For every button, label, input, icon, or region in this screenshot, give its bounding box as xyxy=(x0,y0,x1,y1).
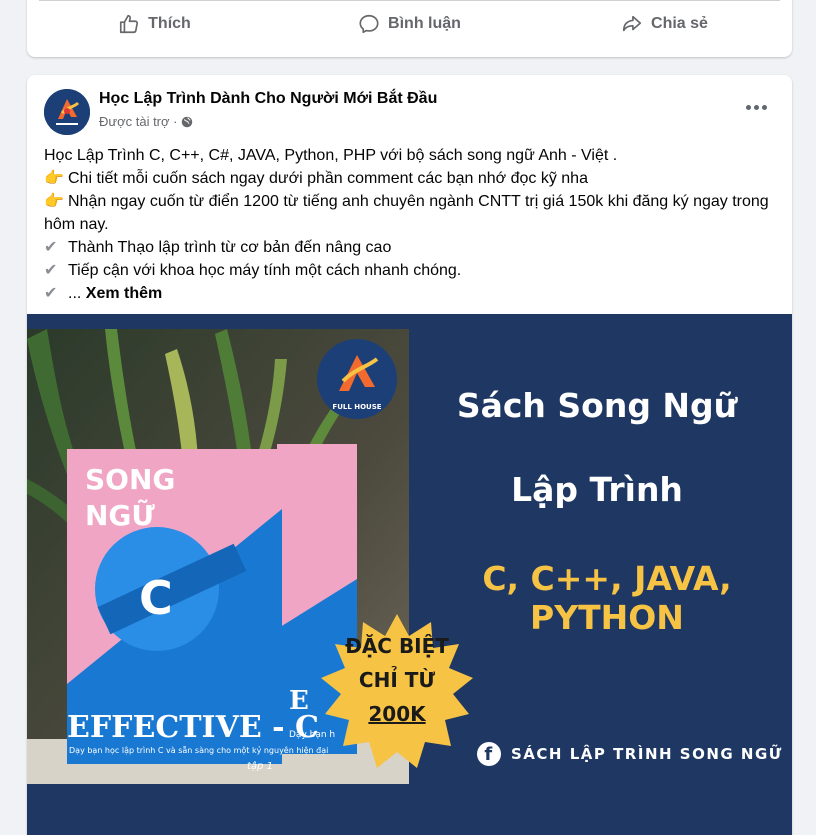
full-house-logo-icon xyxy=(44,89,90,135)
post-text-content: Chi tiết mỗi cuốn sách ngay dưới phần co… xyxy=(68,170,588,187)
post-action-bar: Thích Bình luận Chia sẻ xyxy=(27,4,792,44)
thumbs-up-icon xyxy=(120,14,139,34)
facebook-icon: f xyxy=(477,742,501,766)
image-footer-text: SÁCH LẬP TRÌNH SONG NGỮ xyxy=(511,745,783,763)
dot xyxy=(745,104,751,110)
pointing-hand-icon: 👉 xyxy=(44,193,64,210)
post-text-line: 👉 Nhận ngay cuốn từ điển 1200 từ tiếng an… xyxy=(44,190,779,236)
book-song-text: SONG xyxy=(85,463,175,496)
book-volume: tập 1 xyxy=(247,760,273,772)
share-icon xyxy=(622,15,642,32)
more-options-button[interactable] xyxy=(742,93,770,121)
headline-languages: C, C++, JAVA, PYTHON xyxy=(482,559,732,637)
share-button[interactable]: Chia sẻ xyxy=(537,4,792,44)
comment-button[interactable]: Bình luận xyxy=(282,4,537,44)
post-text-content: Nhận ngay cuốn từ điển 1200 từ tiếng anh… xyxy=(44,193,769,233)
page-avatar[interactable] xyxy=(44,89,90,135)
post-text-content: Tiếp cận với khoa học máy tính một cách … xyxy=(68,262,462,279)
globe-icon xyxy=(182,116,193,127)
comment-label: Bình luận xyxy=(388,15,461,32)
check-mark-icon: ✔ xyxy=(44,239,58,256)
post-text-content: Thành Thạo lập trình từ cơ bản đến nâng … xyxy=(68,239,392,256)
dot xyxy=(761,104,767,110)
ellipsis: ... xyxy=(68,285,82,302)
price-badge-text: ĐẶC BIỆT CHỈ TỪ 200K xyxy=(317,629,477,731)
dot xyxy=(753,104,759,110)
badge-price: 200K xyxy=(368,702,426,726)
sponsored-label[interactable]: Được tài trợ · xyxy=(99,114,177,129)
like-button[interactable]: Thích xyxy=(27,4,282,44)
logo-text: FULL HOUSE xyxy=(332,403,381,411)
post-text: Học Lập Trình C, C++, C#, JAVA, Python, … xyxy=(44,144,779,305)
pointing-hand-icon: 👉 xyxy=(44,170,64,187)
post-text-line: ✔... Xem thêm xyxy=(44,282,779,305)
post-text-line: 👉 Chi tiết mỗi cuốn sách ngay dưới phần c… xyxy=(44,167,779,190)
previous-post-card: Thích Bình luận Chia sẻ xyxy=(27,0,792,57)
badge-line-2: CHỈ TỪ xyxy=(358,668,436,692)
headline-bilingual-books: Sách Song Ngữ xyxy=(456,386,738,425)
page-name-link[interactable]: Học Lập Trình Dành Cho Người Mới Bắt Đầu xyxy=(99,90,437,108)
book-title: EFFECTIVE - C xyxy=(67,710,319,745)
post-text-line: ✔ Tiếp cận với khoa học máy tính một cách… xyxy=(44,259,779,282)
share-label: Chia sẻ xyxy=(651,15,708,32)
ad-image[interactable]: E Dạy bạn h SONG NGỮ C EFFECTIVE - C Dạy… xyxy=(27,314,792,835)
comment-icon xyxy=(359,14,379,34)
image-footer: f SÁCH LẬP TRÌNH SONG NGỮ xyxy=(477,742,783,766)
post-text-line: Học Lập Trình C, C++, C#, JAVA, Python, … xyxy=(44,147,618,164)
divider xyxy=(39,0,780,1)
post-meta: Được tài trợ · xyxy=(99,114,193,129)
book-subtitle: Dạy bạn học lập trình C và sẵn sàng cho … xyxy=(69,745,328,756)
book-ngu-text: NGỮ xyxy=(85,498,155,532)
post-text-line: ✔ Thành Thạo lập trình từ cơ bản đến nâng… xyxy=(44,236,779,259)
check-mark-icon: ✔ xyxy=(44,285,58,302)
headline-programming: Lập Trình xyxy=(511,470,683,509)
see-more-link[interactable]: Xem thêm xyxy=(86,285,162,302)
like-label: Thích xyxy=(148,15,191,32)
book-c-letter: C xyxy=(139,571,173,625)
sponsored-post: Học Lập Trình Dành Cho Người Mới Bắt Đầu… xyxy=(27,75,792,835)
check-mark-icon: ✔ xyxy=(44,262,58,279)
